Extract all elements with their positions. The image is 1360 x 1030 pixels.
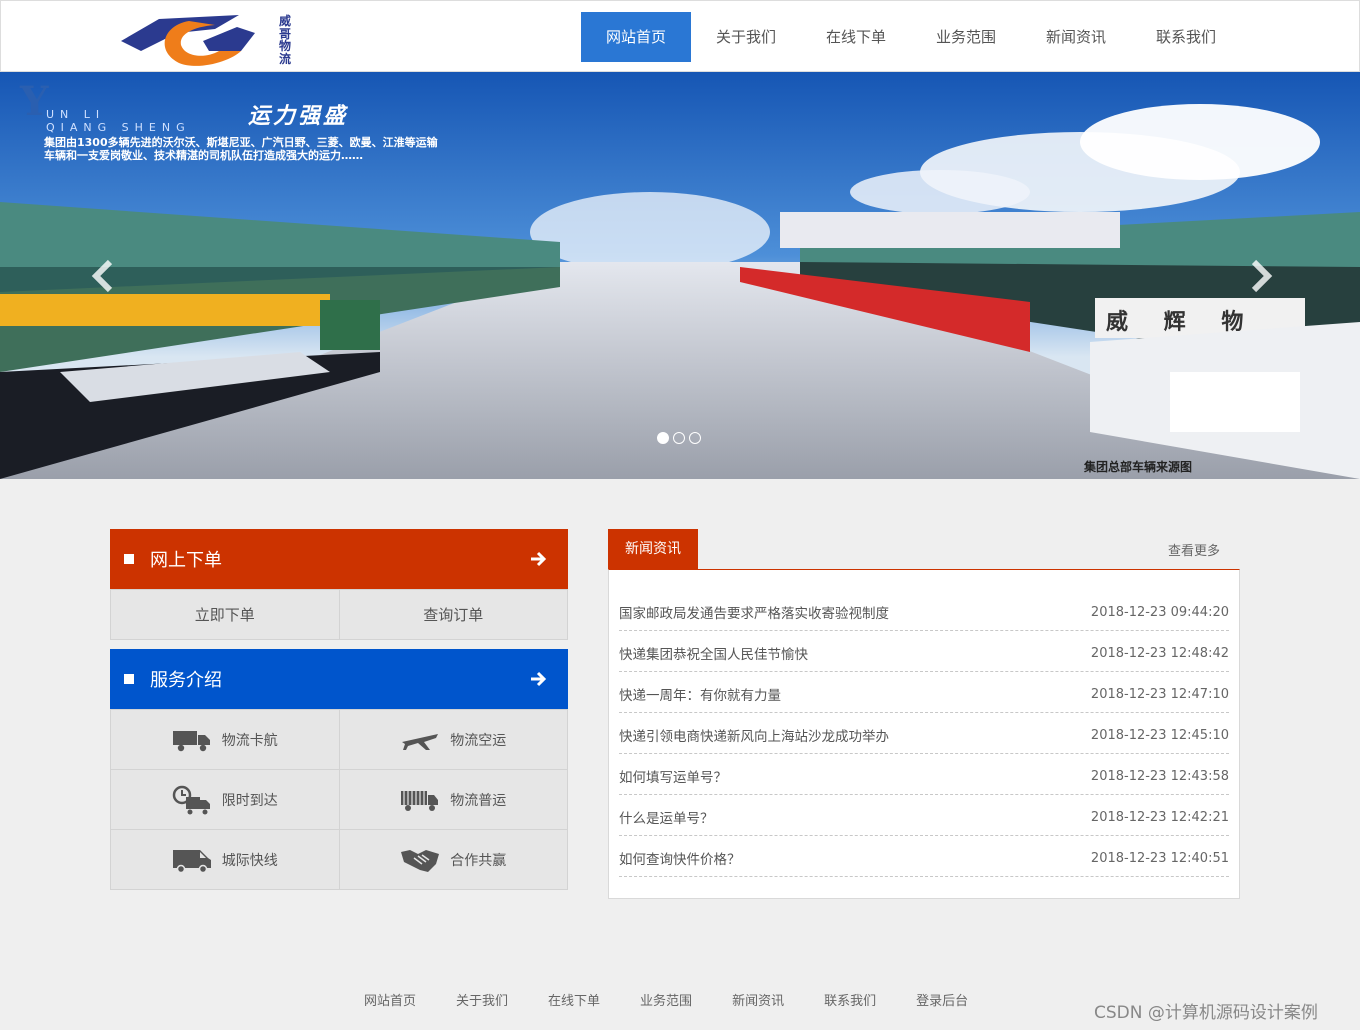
news-tab[interactable]: 新闻资讯: [608, 529, 698, 569]
service-item-general[interactable]: 物流普运: [339, 770, 568, 830]
footer-link-5[interactable]: 联系我们: [824, 990, 876, 1009]
banner-dot-3[interactable]: [689, 432, 701, 444]
banner-brand-letter: Y: [20, 78, 49, 125]
nav-item-2[interactable]: 在线下单: [801, 12, 911, 62]
footer-link-6[interactable]: 登录后台: [916, 990, 968, 1009]
service-item-truck[interactable]: 物流卡航: [111, 710, 340, 770]
news-title[interactable]: 国家邮政局发通告要求严格落实收寄验视制度: [619, 602, 889, 622]
banner-truck-sign: 威 辉 物: [1106, 310, 1258, 335]
order-panel-header[interactable]: 网上下单: [110, 529, 568, 589]
nav-item-5[interactable]: 联系我们: [1131, 12, 1241, 62]
place-order-button[interactable]: 立即下单: [111, 590, 340, 640]
news-list: 国家邮政局发通告要求严格落实收寄验视制度 2018-12-23 09:44:20 快…: [608, 569, 1240, 899]
airplane-icon: [402, 733, 439, 750]
watermark: CSDN @计算机源码设计案例: [1094, 1003, 1318, 1023]
logo-text: 威哥物流: [278, 14, 291, 66]
banner-image: [0, 72, 1360, 479]
news-date: 2018-12-23 12:45:10: [1090, 727, 1229, 743]
news-row[interactable]: 快递一周年：有你就有力量 2018-12-23 12:47:10: [619, 672, 1229, 713]
footer-link-1[interactable]: 关于我们: [456, 990, 508, 1009]
service-panel-title: 服务介绍: [150, 670, 222, 691]
order-panel-title: 网上下单: [150, 550, 222, 571]
main-nav: 网站首页 关于我们 在线下单 业务范围 新闻资讯 联系我们: [581, 12, 1241, 62]
truck-icon: [172, 730, 210, 751]
service-grid: 物流卡航 物流空运 限时到达 物流普运 城际快线 合作共赢: [110, 709, 568, 890]
banner-indicators: [657, 432, 701, 444]
footer-link-0[interactable]: 网站首页: [364, 990, 416, 1009]
news-row[interactable]: 快递集团恭祝全国人民佳节愉快 2018-12-23 12:48:42: [619, 631, 1229, 672]
news-date: 2018-12-23 12:48:42: [1090, 645, 1229, 661]
news-row[interactable]: 国家邮政局发通告要求严格落实收寄验视制度 2018-12-23 09:44:20: [619, 590, 1229, 631]
query-order-button[interactable]: 查询订单: [339, 590, 568, 640]
news-row[interactable]: 快递引领电商快递新风向上海站沙龙成功举办 2018-12-23 12:45:10: [619, 713, 1229, 754]
hero-banner: Y UN LI QIANG SHENG 运力强盛 集团由1300多辆先进的沃尔沃…: [0, 72, 1360, 479]
banner-dot-1[interactable]: [657, 432, 669, 444]
chevron-right-icon: [1251, 259, 1273, 293]
cargo-truck-icon: [401, 790, 439, 811]
footer-link-2[interactable]: 在线下单: [548, 990, 600, 1009]
news-date: 2018-12-23 12:43:58: [1090, 768, 1229, 784]
arrow-right-icon: [531, 551, 547, 567]
news-date: 2018-12-23 12:40:51: [1090, 850, 1229, 866]
news-title[interactable]: 快递集团恭祝全国人民佳节愉快: [619, 643, 808, 663]
footer-link-4[interactable]: 新闻资讯: [732, 990, 784, 1009]
news-title[interactable]: 如何填写运单号？: [619, 766, 727, 786]
site-header: 威哥物流 网站首页 关于我们 在线下单 业务范围 新闻资讯 联系我们: [0, 0, 1360, 72]
news-row[interactable]: 什么是运单号？ 2018-12-23 12:42:21: [619, 795, 1229, 836]
banner-caption: 集团总部车辆来源图: [1084, 460, 1193, 474]
nav-item-3[interactable]: 业务范围: [911, 12, 1021, 62]
handshake-icon: [401, 849, 440, 872]
banner-brand-sub: UN LI QIANG SHENG: [46, 108, 191, 134]
banner-dot-2[interactable]: [673, 432, 685, 444]
news-title[interactable]: 什么是运单号？: [619, 807, 714, 827]
footer-nav: 网站首页 关于我们 在线下单 业务范围 新闻资讯 联系我们 登录后台: [364, 990, 1008, 1009]
service-item-timed[interactable]: 限时到达: [111, 770, 340, 830]
order-actions: 立即下单 查询订单: [110, 589, 568, 640]
news-title[interactable]: 快递引领电商快递新风向上海站沙龙成功举办: [619, 725, 889, 745]
logo-mark-icon: [121, 15, 255, 66]
news-date: 2018-12-23 12:42:21: [1090, 809, 1229, 825]
banner-description: 集团由1300多辆先进的沃尔沃、斯堪尼亚、广汽日野、三菱、欧曼、江淮等运输车辆和…: [44, 136, 438, 162]
van-icon: [172, 849, 211, 873]
nav-item-1[interactable]: 关于我们: [691, 12, 801, 62]
square-bullet-icon: [124, 554, 134, 564]
service-item-intercity[interactable]: 城际快线: [111, 830, 340, 890]
site-logo[interactable]: 威哥物流: [119, 11, 299, 67]
arrow-right-icon: [531, 671, 547, 687]
news-date: 2018-12-23 09:44:20: [1090, 604, 1229, 620]
clock-truck-icon: [172, 785, 210, 814]
news-title[interactable]: 快递一周年：有你就有力量: [619, 684, 781, 704]
news-title[interactable]: 如何查询快件价格？: [619, 848, 741, 868]
nav-item-4[interactable]: 新闻资讯: [1021, 12, 1131, 62]
chevron-left-icon: [91, 259, 113, 293]
banner-next-button[interactable]: [1246, 256, 1276, 296]
service-item-cooperation[interactable]: 合作共赢: [339, 830, 568, 890]
banner-slogan: 运力强盛: [248, 104, 349, 129]
news-row[interactable]: 如何查询快件价格？ 2018-12-23 12:40:51: [619, 836, 1229, 877]
square-bullet-icon: [124, 674, 134, 684]
news-more-link[interactable]: 查看更多: [1168, 540, 1220, 559]
news-date: 2018-12-23 12:47:10: [1090, 686, 1229, 702]
news-row[interactable]: 如何填写运单号？ 2018-12-23 12:43:58: [619, 754, 1229, 795]
service-item-air[interactable]: 物流空运: [339, 710, 568, 770]
service-panel-header[interactable]: 服务介绍: [110, 649, 568, 709]
nav-item-0[interactable]: 网站首页: [581, 12, 691, 62]
footer-link-3[interactable]: 业务范围: [640, 990, 692, 1009]
banner-prev-button[interactable]: [88, 256, 118, 296]
